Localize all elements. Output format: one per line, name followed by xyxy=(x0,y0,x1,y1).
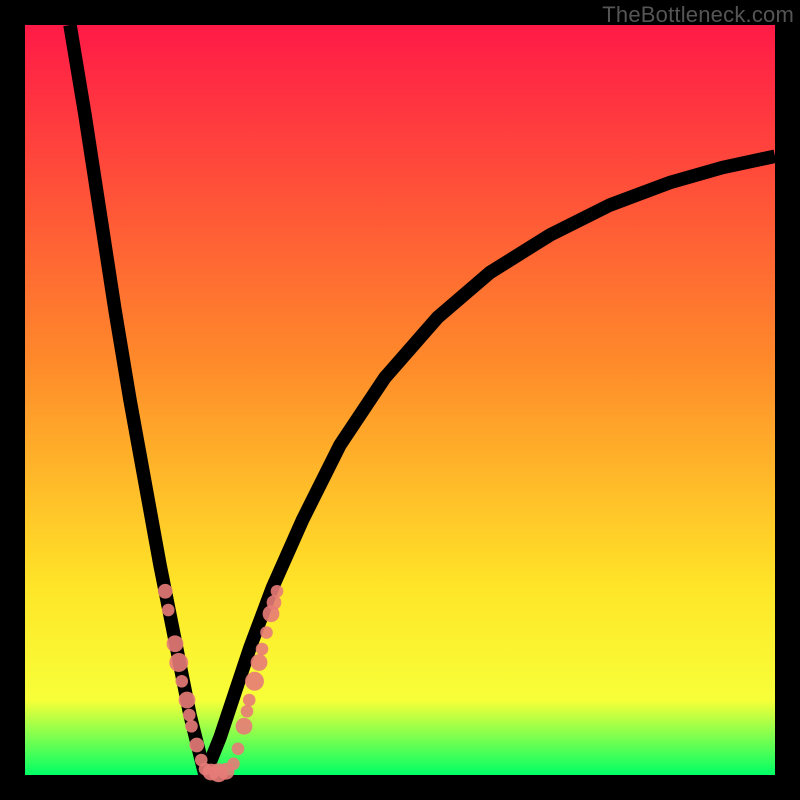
data-marker xyxy=(243,694,256,707)
curve-right xyxy=(205,156,775,775)
data-marker xyxy=(236,718,253,735)
watermark-text: TheBottleneck.com xyxy=(602,2,794,28)
data-marker xyxy=(251,654,268,671)
data-marker xyxy=(271,585,284,598)
data-marker xyxy=(158,584,173,599)
data-marker xyxy=(183,709,196,722)
data-marker xyxy=(267,595,282,610)
data-marker xyxy=(167,635,184,652)
data-marker xyxy=(256,643,269,656)
data-marker xyxy=(260,626,273,639)
data-marker xyxy=(162,604,175,617)
curve-layer xyxy=(25,25,775,775)
data-marker xyxy=(175,675,188,688)
data-marker xyxy=(169,653,188,672)
data-marker xyxy=(241,705,254,718)
data-marker xyxy=(189,738,204,753)
data-marker xyxy=(185,720,198,733)
chart-frame: TheBottleneck.com xyxy=(0,0,800,800)
data-marker xyxy=(232,742,245,755)
data-marker xyxy=(245,672,264,691)
data-marker xyxy=(227,757,240,770)
data-marker xyxy=(179,692,196,709)
